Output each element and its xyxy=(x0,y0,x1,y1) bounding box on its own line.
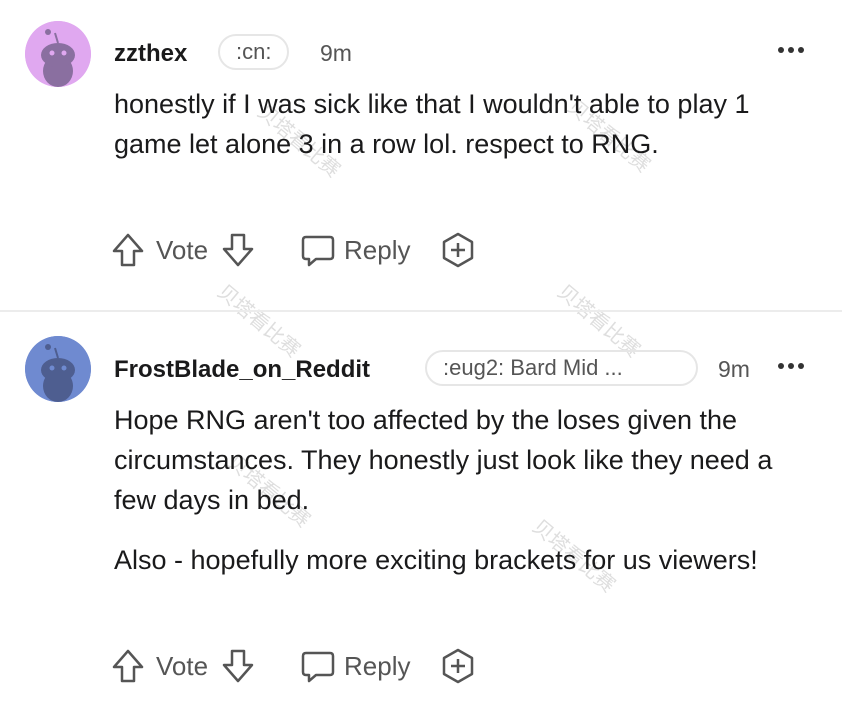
comment-paragraph: honestly if I was sick like that I would… xyxy=(114,89,750,159)
snoo-avatar-icon xyxy=(25,336,91,402)
avatar[interactable] xyxy=(25,21,91,87)
reply-button[interactable]: Reply xyxy=(300,228,410,272)
snoo-avatar-icon xyxy=(25,21,91,87)
upvote-arrow-icon xyxy=(112,233,144,267)
vote-label: Vote xyxy=(156,650,209,681)
timestamp: 9m xyxy=(718,356,750,382)
comment-body: honestly if I was sick like that I would… xyxy=(114,84,814,164)
downvote-button[interactable] xyxy=(220,228,256,272)
comment-actions: Vote Reply xyxy=(110,644,530,688)
timestamp: 9m xyxy=(320,40,352,66)
award-plus-icon xyxy=(442,648,474,684)
comment-paragraph: Also - hopefully more exciting brackets … xyxy=(114,545,758,575)
reply-label: Reply xyxy=(344,650,411,681)
downvote-arrow-icon xyxy=(222,233,254,267)
reply-bubble-icon xyxy=(301,651,335,683)
upvote-button[interactable] xyxy=(110,228,146,272)
downvote-arrow-icon xyxy=(222,649,254,683)
username[interactable]: FrostBlade_on_Reddit xyxy=(114,356,370,384)
comment: zzthex :cn: 9m honestly if I was sick li… xyxy=(0,0,842,310)
avatar[interactable] xyxy=(25,336,91,402)
vote-label: Vote xyxy=(156,234,209,265)
upvote-button[interactable] xyxy=(110,644,146,688)
comment: FrostBlade_on_Reddit :eug2: Bard Mid ...… xyxy=(0,312,842,704)
more-options-icon[interactable] xyxy=(778,356,808,376)
award-plus-icon xyxy=(442,232,474,268)
more-options-icon[interactable] xyxy=(778,40,808,60)
award-button[interactable] xyxy=(440,644,476,688)
reply-button[interactable]: Reply xyxy=(300,644,410,688)
reply-label: Reply xyxy=(344,234,411,265)
award-button[interactable] xyxy=(440,228,476,272)
user-flair: :eug2: Bard Mid ... xyxy=(425,350,698,386)
username[interactable]: zzthex xyxy=(114,40,187,68)
comment-paragraph: Hope RNG aren't too affected by the lose… xyxy=(114,405,773,515)
user-flair: :cn: xyxy=(218,34,290,70)
comment-body: Hope RNG aren't too affected by the lose… xyxy=(114,400,814,580)
upvote-arrow-icon xyxy=(112,649,144,683)
downvote-button[interactable] xyxy=(220,644,256,688)
reply-bubble-icon xyxy=(301,235,335,267)
comment-actions: Vote Reply xyxy=(110,228,530,272)
